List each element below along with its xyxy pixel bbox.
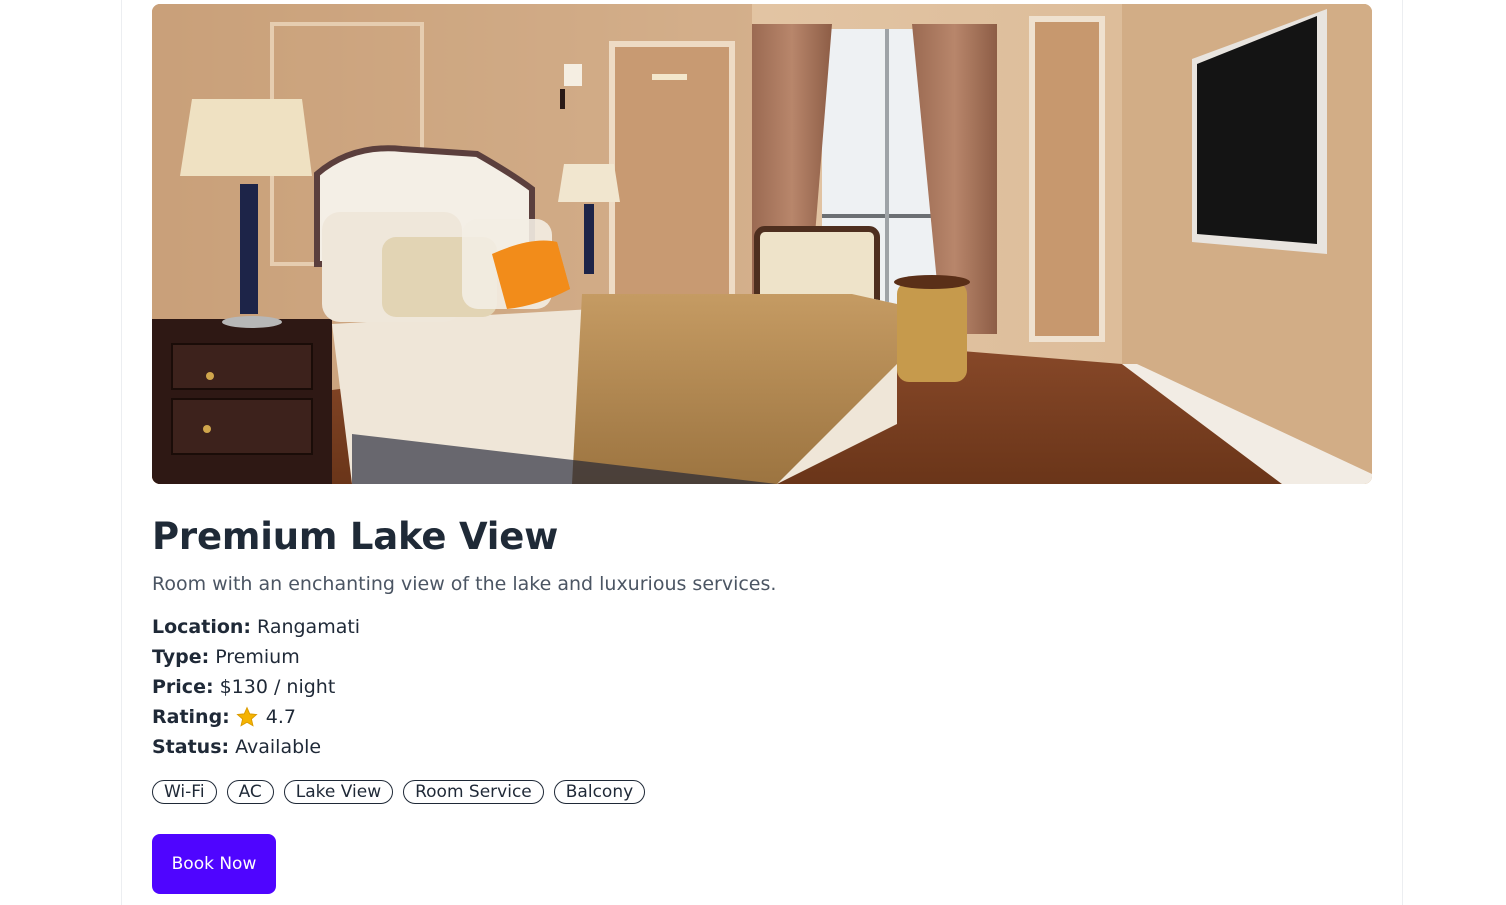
book-now-button[interactable]: Book Now	[152, 834, 276, 894]
amenity-chip: Room Service	[403, 780, 544, 804]
detail-value: Premium	[215, 646, 300, 668]
detail-label: Price:	[152, 676, 214, 698]
detail-type: Type: Premium	[152, 642, 360, 672]
detail-label: Type:	[152, 646, 210, 668]
room-details: Location: Rangamati Type: Premium Price:…	[152, 612, 360, 762]
amenity-chip: Lake View	[283, 780, 394, 804]
detail-location: Location: Rangamati	[152, 612, 360, 642]
detail-status: Status: Available	[152, 732, 360, 762]
detail-label: Location:	[152, 616, 252, 638]
star-icon	[236, 706, 258, 728]
detail-label: Rating:	[152, 706, 230, 728]
room-photo-illustration	[152, 4, 1372, 484]
room-photo	[152, 4, 1372, 484]
amenity-chip: Balcony	[553, 780, 646, 804]
detail-label: Status:	[152, 736, 230, 758]
amenity-chip: AC	[226, 780, 274, 804]
page: Premium Lake View Room with an enchantin…	[0, 0, 1506, 905]
amenities-list: Wi-Fi AC Lake View Room Service Balcony	[152, 780, 646, 804]
room-title: Premium Lake View	[152, 515, 559, 558]
room-description: Room with an enchanting view of the lake…	[152, 573, 777, 595]
detail-value: 4.7	[265, 706, 296, 728]
detail-rating: Rating: 4.7	[152, 702, 360, 732]
detail-value: $130 / night	[219, 676, 336, 698]
amenity-chip: Wi-Fi	[152, 780, 217, 804]
detail-value: Available	[235, 736, 322, 758]
detail-value: Rangamati	[257, 616, 361, 638]
detail-price: Price: $130 / night	[152, 672, 360, 702]
